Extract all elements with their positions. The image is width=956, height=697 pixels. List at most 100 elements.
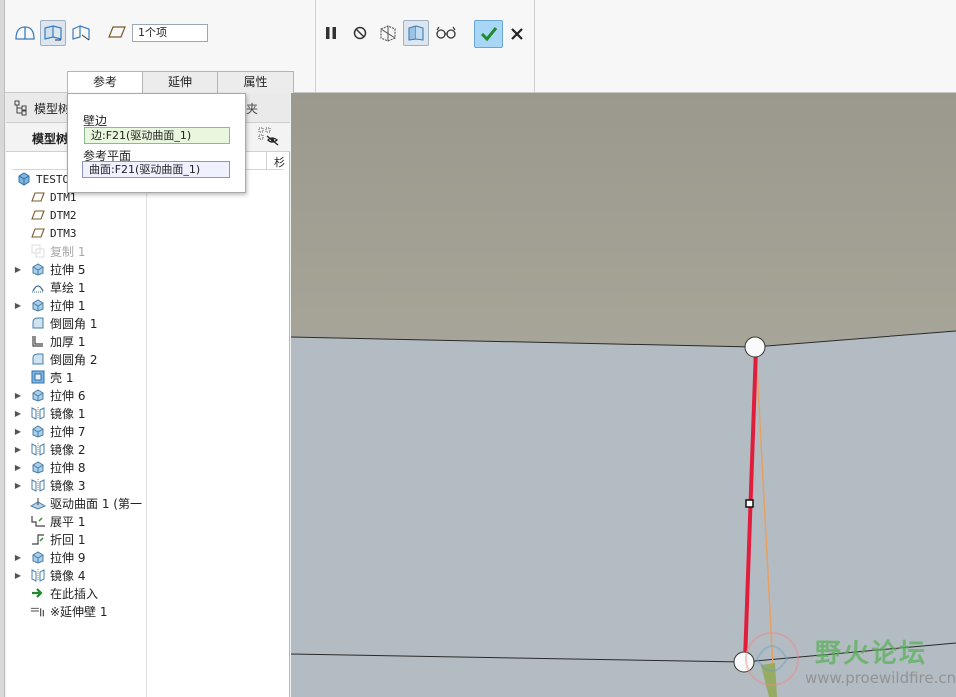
tree-item[interactable]: 驱动曲面 1 (第一 [12, 494, 142, 512]
expand-arrow-icon[interactable]: ▶ [12, 409, 24, 418]
tree-item-label: 倒圆角 1 [50, 316, 98, 331]
tree-item[interactable]: ▶ 镜像 3 [12, 476, 86, 494]
tree-item[interactable]: ▶ 拉伸 7 [12, 422, 86, 440]
extrude-icon [30, 261, 46, 277]
extrude-icon [30, 387, 46, 403]
verify-preview-button[interactable] [403, 20, 429, 46]
cancel-button[interactable] [504, 21, 530, 47]
reference-plane-icon [108, 25, 126, 42]
tree-item-label: 镜像 1 [50, 406, 86, 421]
tree-layout-icon [14, 100, 28, 119]
wall-type-3-icon [72, 25, 90, 41]
wall-edge-collector[interactable]: 边:F21(驱动曲面_1) [84, 127, 230, 144]
tree-item[interactable]: 草绘 1 [12, 278, 85, 296]
column-separator [266, 152, 267, 170]
panel-tab-model-tree[interactable]: 模型树 [34, 100, 68, 117]
no-preview-icon [353, 26, 367, 40]
wall-type-2-icon [44, 25, 62, 41]
tab-references[interactable]: 参考 [67, 71, 143, 94]
window-left-edge [0, 0, 5, 697]
copy-icon [30, 243, 46, 259]
glasses-button[interactable] [433, 20, 459, 46]
dashboard-ribbon: 1个项 参考 延伸 属性 [0, 0, 956, 94]
expand-arrow-icon[interactable]: ▶ [12, 571, 24, 580]
expand-arrow-icon[interactable]: ▶ [12, 481, 24, 490]
ref-plane-collector[interactable]: 曲面:F21(驱动曲面_1) [82, 161, 230, 178]
datum-plane-icon [30, 189, 46, 205]
tree-item[interactable]: 折回 1 [12, 530, 85, 548]
tree-item[interactable]: ▶ 拉伸 9 [12, 548, 86, 566]
no-preview-button[interactable] [347, 20, 373, 46]
round-icon [30, 351, 46, 367]
tree-item[interactable]: ▶ 镜像 2 [12, 440, 86, 458]
tree-item-label: 镜像 2 [50, 442, 86, 457]
tree-item-label: 加厚 1 [50, 334, 86, 349]
mirror-icon [30, 477, 46, 493]
tab-properties[interactable]: 属性 [217, 71, 294, 93]
expand-arrow-icon[interactable]: ▶ [12, 427, 24, 436]
tree-item[interactable]: ▶ 拉伸 8 [12, 458, 86, 476]
expand-arrow-icon[interactable]: ▶ [12, 301, 24, 310]
tree-item-label: 镜像 3 [50, 478, 86, 493]
verify-preview-icon [408, 25, 424, 41]
tree-root-label: TESTO [36, 172, 70, 186]
edge-endpoint-handle-top [744, 336, 766, 358]
tree-item-label: 拉伸 5 [50, 262, 86, 277]
expand-arrow-icon[interactable]: ▶ [12, 553, 24, 562]
datum-plane-icon [30, 207, 46, 223]
thicken-icon [30, 333, 46, 349]
part-icon [16, 171, 32, 187]
pause-icon [326, 27, 336, 39]
tree-item[interactable]: 复制 1 [12, 242, 85, 260]
tree-item-label: 倒圆角 2 [50, 352, 98, 367]
tree-item-label: 拉伸 1 [50, 298, 86, 313]
tree-item[interactable]: 倒圆角 2 [12, 350, 97, 368]
wall-type-2-button[interactable] [40, 20, 66, 46]
reference-collector[interactable]: 1个项 [132, 24, 208, 42]
tree-item[interactable]: 壳 1 [12, 368, 73, 386]
tree-item-label: 在此插入 [50, 586, 99, 601]
tree-item[interactable]: 在此插入 [12, 584, 98, 602]
datum-plane-icon [30, 225, 46, 241]
graphics-viewport[interactable] [291, 93, 956, 697]
pause-button[interactable] [318, 20, 344, 46]
expand-arrow-icon[interactable]: ▶ [12, 445, 24, 454]
tab-extend[interactable]: 延伸 [142, 71, 218, 93]
sketch-icon [30, 279, 46, 295]
expand-arrow-icon[interactable]: ▶ [12, 463, 24, 472]
confirm-button[interactable] [474, 20, 503, 48]
tree-item-label: 拉伸 9 [50, 550, 86, 565]
tree-item[interactable]: 加厚 1 [12, 332, 85, 350]
extrude-icon [30, 423, 46, 439]
tree-item[interactable]: DTM3 [12, 224, 77, 242]
tree-root-item[interactable]: TESTO [12, 170, 69, 188]
panel-tab-folder[interactable]: 夹 [246, 100, 258, 117]
tree-item[interactable]: ※延伸壁 1 [12, 602, 108, 620]
tree-item[interactable]: ▶ 镜像 1 [12, 404, 86, 422]
references-popup: 壁边 边:F21(驱动曲面_1) 参考平面 曲面:F21(驱动曲面_1) [67, 93, 246, 193]
wall-type-3-button[interactable] [68, 20, 94, 46]
tree-item[interactable]: ▶ 拉伸 5 [12, 260, 86, 278]
tree-item-label: 拉伸 8 [50, 460, 86, 475]
tree-item-label: 拉伸 6 [50, 388, 86, 403]
mirror-icon [30, 405, 46, 421]
column-header-fragment: 杉 [274, 156, 285, 169]
tree-item[interactable]: ▶ 拉伸 6 [12, 386, 86, 404]
tree-item-label: 驱动曲面 1 (第一 [50, 496, 142, 511]
expand-arrow-icon[interactable]: ▶ [12, 265, 24, 274]
tree-item-label: 草绘 1 [50, 280, 86, 295]
tree-item[interactable]: ▶ 镜像 4 [12, 566, 86, 584]
expand-arrow-icon[interactable]: ▶ [12, 391, 24, 400]
tree-item[interactable]: 倒圆角 1 [12, 314, 97, 332]
wall-type-1-button[interactable] [12, 20, 38, 46]
tree-item[interactable]: ▶ 拉伸 1 [12, 296, 86, 314]
extrude-icon [30, 459, 46, 475]
tree-item[interactable]: 展平 1 [12, 512, 85, 530]
tree-settings-icon[interactable] [258, 127, 280, 152]
mirror-icon [30, 441, 46, 457]
watermark-url: www.proewildfire.cn [805, 669, 956, 687]
watermark-title: 野火论坛 [815, 639, 928, 669]
tree-item[interactable]: DTM2 [12, 206, 77, 224]
geometry-preview-button[interactable] [375, 20, 401, 46]
insert-here-arrow-icon [30, 585, 46, 601]
